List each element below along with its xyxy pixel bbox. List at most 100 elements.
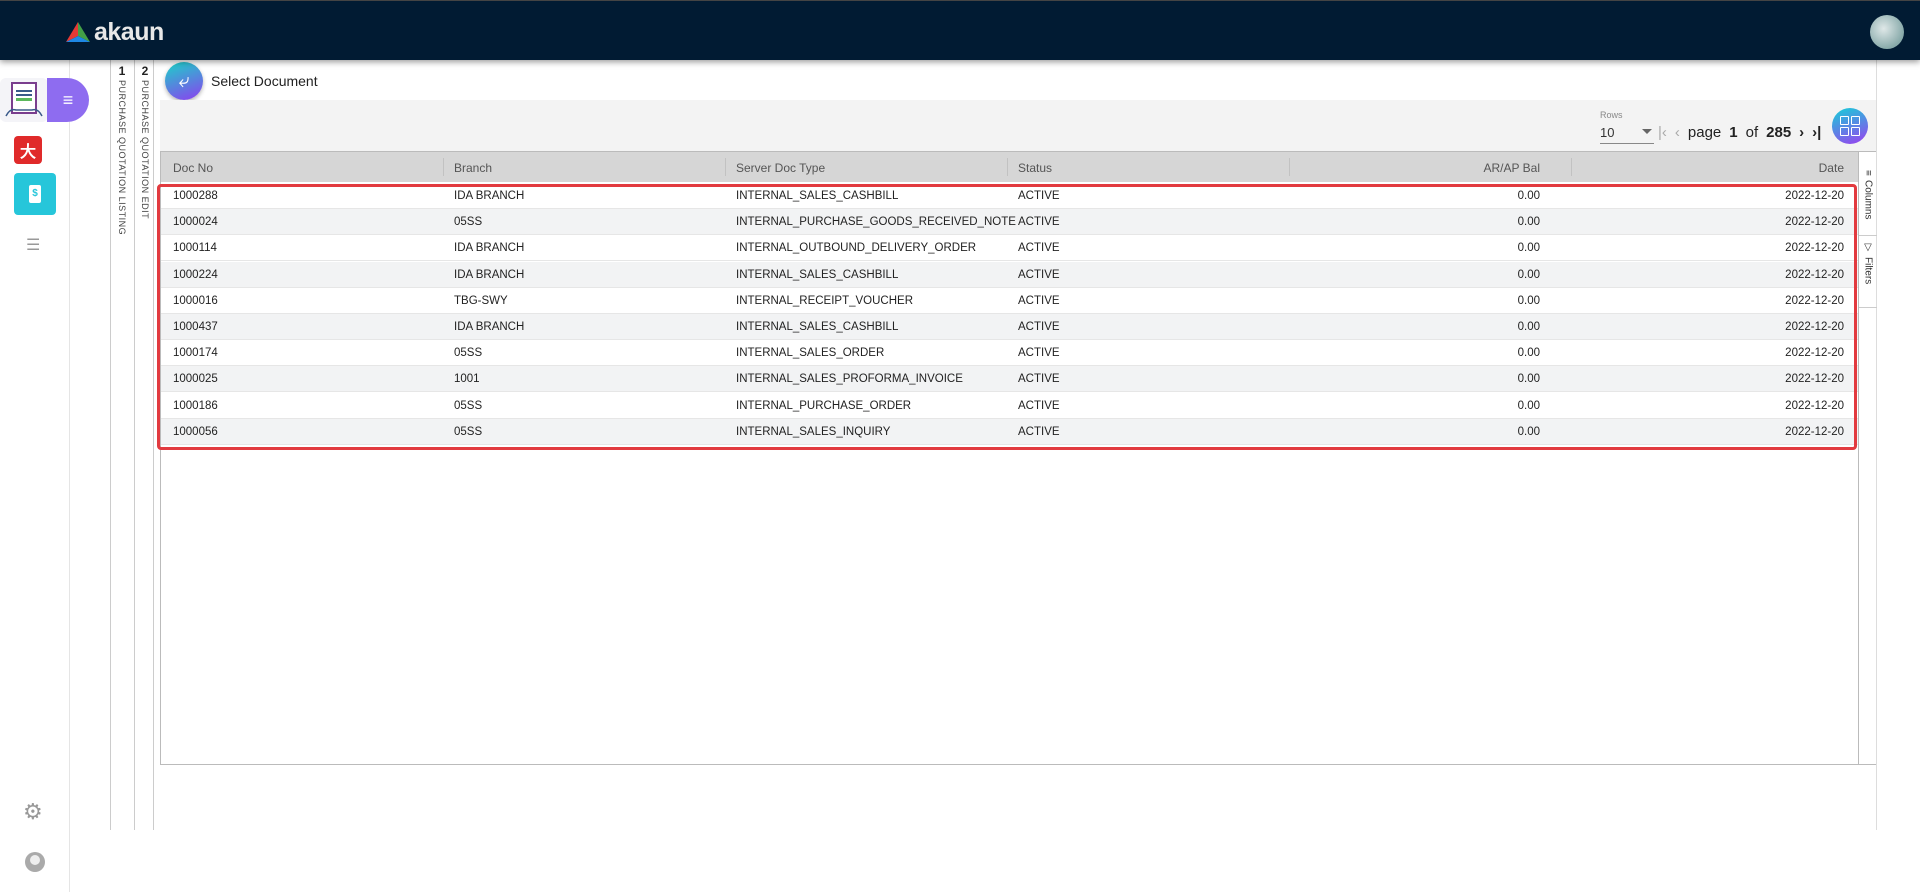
table-row[interactable]: 1000114 IDA BRANCH INTERNAL_OUTBOUND_DELIV…: [161, 235, 1858, 262]
current-page: 1: [1729, 124, 1738, 141]
branch-cell: IDA BRANCH: [454, 268, 525, 281]
date-cell: 2022-12-20: [1785, 321, 1844, 333]
divider: [110, 60, 111, 830]
col-branch[interactable]: Branch: [454, 161, 492, 175]
rows-value: 10: [1600, 125, 1615, 140]
page-word: page: [1687, 124, 1722, 141]
status-cell: ACTIVE: [1018, 268, 1060, 281]
app-icon-red[interactable]: 大: [14, 136, 42, 164]
top-bar: akaun: [0, 0, 1920, 60]
columns-label: Columns: [1862, 179, 1874, 220]
doc-no-cell: 1000025: [173, 373, 218, 386]
menu-icon: ≡: [62, 89, 74, 110]
date-cell: 2022-12-20: [1785, 216, 1844, 229]
table-row[interactable]: 1000174 05SS INTERNAL_SALES_ORDER ACTIVE 0.0…: [161, 340, 1858, 367]
filter-icon: ▽: [1862, 242, 1874, 253]
logo-text: akaun: [94, 18, 164, 46]
date-cell: 2022-12-20: [1785, 190, 1844, 202]
date-cell: 2022-12-20: [1785, 347, 1844, 360]
date-cell: 2022-12-20: [1785, 268, 1844, 281]
doc-no-cell: 1000056: [173, 425, 218, 438]
app-logo[interactable]: akaun: [66, 18, 164, 47]
table-row[interactable]: 1000288 IDA BRANCH INTERNAL_SALES_CASHBILL…: [161, 183, 1858, 209]
rows-per-page-select[interactable]: 10: [1600, 122, 1654, 144]
table-row[interactable]: 1000437 IDA BRANCH INTERNAL_SALES_CASHBILL…: [161, 314, 1858, 340]
step-purchase-quotation-edit[interactable]: 2 PURCHASE QUOTATION EDIT: [135, 64, 155, 219]
doc-no-cell: 1000114: [173, 242, 217, 255]
back-button[interactable]: ⤶: [165, 62, 203, 100]
date-cell: 2022-12-20: [1785, 373, 1844, 386]
date-cell: 2022-12-20: [1785, 425, 1844, 438]
profile-icon[interactable]: [25, 852, 45, 872]
col-server-doc-type[interactable]: Server Doc Type: [736, 161, 825, 175]
server-doc-type-cell: INTERNAL_PURCHASE_ORDER: [736, 399, 912, 412]
table-row[interactable]: 1000025 1001 INTERNAL_SALES_PROFORMA_INVOI…: [161, 366, 1858, 393]
status-cell: ACTIVE: [1018, 373, 1060, 386]
branch-cell: IDA BRANCH: [454, 190, 525, 202]
ar-ap-bal-cell: 0.00: [1517, 399, 1540, 412]
server-doc-type-cell: INTERNAL_RECEIPT_VOUCHER: [736, 294, 914, 307]
status-cell: ACTIVE: [1018, 321, 1060, 333]
table-row[interactable]: 1000186 05SS INTERNAL_PURCHASE_ORDER ACTIVE…: [161, 393, 1858, 419]
branch-cell: 05SS: [454, 425, 483, 438]
status-cell: ACTIVE: [1018, 425, 1060, 438]
branch-cell: 1001: [454, 373, 480, 386]
server-doc-type-cell: INTERNAL_PURCHASE_GOODS_RECEIVED_NOTE: [736, 216, 1016, 229]
filters-tab[interactable]: ▽ Filters: [1859, 238, 1877, 308]
ar-ap-bal-cell: 0.00: [1517, 242, 1540, 255]
ar-ap-bal-cell: 0.00: [1517, 321, 1540, 333]
table-row[interactable]: 1000024 05SS INTERNAL_PURCHASE_GOODS_RECEI…: [161, 209, 1858, 236]
date-cell: 2022-12-20: [1785, 294, 1844, 307]
list-icon[interactable]: ☰: [26, 235, 40, 255]
first-page-icon[interactable]: |‹: [1658, 124, 1667, 141]
step-purchase-quotation-listing[interactable]: 1 PURCHASE QUOTATION LISTING: [112, 64, 132, 235]
documents-table: Doc No Branch Server Doc Type Status AR/…: [160, 151, 1877, 765]
step-label: PURCHASE QUOTATION LISTING: [117, 80, 127, 236]
next-page-icon[interactable]: ›: [1799, 124, 1804, 141]
columns-icon: ≡: [1862, 170, 1874, 176]
status-cell: ACTIVE: [1018, 216, 1060, 229]
logo-mark-icon: [66, 21, 90, 42]
ar-ap-bal-cell: 0.00: [1517, 216, 1540, 229]
filters-label: Filters: [1862, 257, 1874, 285]
col-date[interactable]: Date: [1819, 161, 1844, 175]
menu-toggle-button[interactable]: ≡: [47, 78, 89, 122]
table-row[interactable]: 1000224 IDA BRANCH INTERNAL_SALES_CASHBILL…: [161, 261, 1858, 288]
date-cell: 2022-12-20: [1785, 242, 1844, 255]
step-label: PURCHASE QUOTATION EDIT: [140, 80, 150, 220]
ar-ap-bal-cell: 0.00: [1517, 347, 1540, 360]
doc-no-cell: 1000437: [173, 321, 218, 333]
side-panel: ≡ Columns ▽ Filters: [1858, 152, 1877, 764]
ar-ap-bal-cell: 0.00: [1517, 190, 1540, 202]
step-number: 2: [141, 64, 149, 78]
settings-gear-icon[interactable]: ⚙: [23, 799, 43, 825]
branch-cell: IDA BRANCH: [454, 242, 525, 255]
col-status[interactable]: Status: [1018, 161, 1052, 175]
app-icon-finance[interactable]: $: [14, 173, 56, 215]
col-doc-no[interactable]: Doc No: [173, 161, 213, 175]
server-doc-type-cell: INTERNAL_OUTBOUND_DELIVERY_ORDER: [736, 242, 977, 255]
doc-no-cell: 1000174: [173, 347, 218, 360]
step-number: 1: [118, 64, 126, 78]
prev-page-icon[interactable]: ‹: [1675, 124, 1680, 141]
table-row[interactable]: 1000016 TBG-SWY INTERNAL_RECEIPT_VOUCHER AC…: [161, 288, 1858, 314]
branch-cell: TBG-SWY: [454, 294, 508, 307]
branch-cell: 05SS: [454, 216, 483, 229]
ar-ap-bal-cell: 0.00: [1517, 294, 1540, 307]
doc-no-cell: 1000016: [173, 294, 218, 307]
user-avatar[interactable]: [1870, 15, 1904, 49]
columns-tab[interactable]: ≡ Columns: [1859, 166, 1877, 236]
of-word: of: [1745, 124, 1759, 141]
status-cell: ACTIVE: [1018, 347, 1060, 360]
rows-label: Rows: [1600, 110, 1623, 120]
total-pages: 285: [1766, 124, 1792, 141]
table-row[interactable]: 1000056 05SS INTERNAL_SALES_INQUIRY ACTIVE 0…: [161, 418, 1858, 445]
status-cell: ACTIVE: [1018, 294, 1060, 307]
last-page-icon[interactable]: ›|: [1812, 124, 1821, 141]
grid-view-button[interactable]: [1832, 108, 1868, 144]
date-cell: 2022-12-20: [1785, 399, 1844, 412]
purchase-quotation-app-icon[interactable]: [0, 78, 48, 122]
sidebar: ≡ 大 $ ☰: [0, 60, 89, 892]
col-ar-ap-bal[interactable]: AR/AP Bal: [1484, 161, 1540, 175]
ar-ap-bal-cell: 0.00: [1517, 373, 1540, 386]
